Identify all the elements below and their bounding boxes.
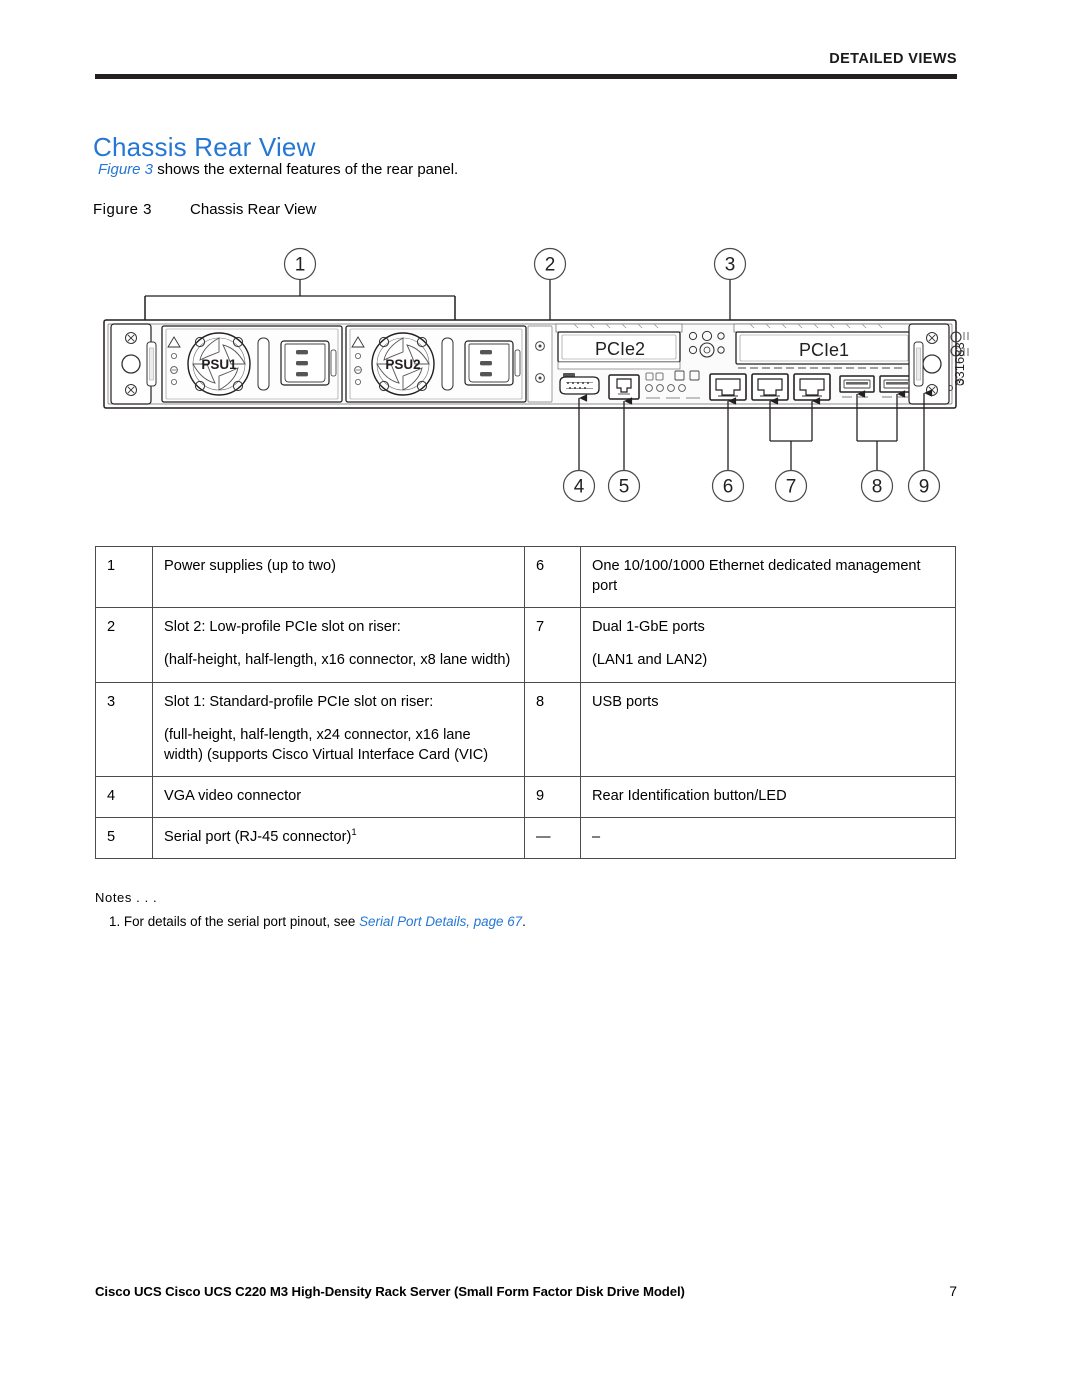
legend-right-number: — [524,816,581,860]
right-rack-ear [908,323,950,405]
lan1-port [751,373,789,401]
legend-left-para-1: Serial port (RJ-45 connector)1 [164,827,513,847]
figure-crossref-link[interactable]: Figure 3 [98,161,153,178]
serial-port-details-link[interactable]: Serial Port Details, page 67 [359,914,522,929]
callout-6-marker: 6 [711,397,745,503]
notes-block: Notes . . . 1. For details of the serial… [95,890,955,930]
chassis-rear-view-figure: 1 2 3 PSU1 PSU2 PCIe2 PCIe1 331683 4 5 6… [90,238,970,508]
legend-right-para-1: One 10/100/1000 Ethernet dedicated manag… [592,558,921,595]
figure-caption: Figure 3 Chassis Rear View [93,202,316,217]
legend-left-number: 2 [95,607,153,683]
footer-page-number: 7 [949,1283,957,1299]
legend-left-number: 4 [95,775,153,819]
callout-5-marker: 5 [607,397,641,503]
note-item-1-prefix: 1. For details of the serial port pinout… [109,913,360,929]
legend-right-number: 8 [524,681,581,777]
lan2-port [793,373,831,401]
legend-left-text: Serial port (RJ-45 connector)1 [152,816,525,860]
intro-paragraph: Figure 3 shows the external features of … [98,161,458,179]
figure-caption-number: Figure 3 [93,201,153,218]
legend-right-text: – [580,816,956,860]
legend-left-para-1-text: Serial port (RJ-45 connector) [164,829,352,845]
psu2-label: PSU2 [385,357,420,372]
legend-right-para-1: USB ports [592,693,659,710]
legend-right-text: Dual 1-GbE ports (LAN1 and LAN2) [580,607,956,683]
legend-left-text: Slot 2: Low-profile PCIe slot on riser: … [152,607,525,683]
note-item-1-suffix: . [522,913,526,929]
ethernet-management-port [709,373,747,401]
svg-text:8: 8 [872,477,883,498]
legend-left-number: 3 [95,681,153,777]
table-row: 1 Power supplies (up to two) 6 One 10/10… [95,545,956,609]
legend-right-number: 6 [524,545,581,609]
legend-right-para-1: – [592,829,601,845]
pcie2-label: PCIe2 [595,339,645,359]
chassis-rear-panel: PSU1 PSU2 PCIe2 PCIe1 [103,319,969,409]
legend-left-number: 5 [95,816,153,860]
page-header: DETAILED VIEWS [95,52,957,79]
table-row: 5 Serial port (RJ-45 connector)1 — – [95,816,956,860]
artwork-id-label: 331683 [952,342,967,385]
legend-left-para-1: Power supplies (up to two) [164,558,336,574]
legend-left-para-1: Slot 2: Low-profile PCIe slot on riser: [164,619,401,636]
legend-left-para-2: (full-height, half-length, x24 connector… [164,726,489,763]
left-rack-ear [110,323,157,405]
table-row: 3 Slot 1: Standard-profile PCIe slot on … [95,681,956,777]
psu1-label: PSU1 [201,357,237,372]
intro-text: shows the external features of the rear … [153,161,459,178]
svg-text:4: 4 [574,477,585,498]
notes-label: Notes . . . [95,890,158,905]
psu1-module: PSU1 [161,325,343,403]
callout-4-marker: 4 [562,394,596,503]
legend-right-text: USB ports [580,681,956,777]
callout-9-marker: 9 [907,389,941,503]
header-rule [95,73,957,79]
svg-text:6: 6 [723,477,734,498]
figure-caption-title: Chassis Rear View [190,201,317,218]
callout-7-marker: 7 [769,397,821,503]
pcie1-slot: PCIe1 [733,323,915,369]
legend-right-number: 7 [524,607,581,683]
note-item-1: 1. For details of the serial port pinout… [109,913,955,930]
svg-text:7: 7 [786,477,797,498]
legend-right-text: One 10/100/1000 Ethernet dedicated manag… [580,545,956,609]
figure-legend-table: 1 Power supplies (up to two) 6 One 10/10… [95,545,956,860]
footer-document-title: Cisco UCS Cisco UCS C220 M3 High-Density… [95,1284,685,1299]
serial-rj45-port [608,374,640,400]
page-footer: Cisco UCS Cisco UCS C220 M3 High-Density… [95,1283,957,1299]
callout-8-marker: 8 [856,390,906,503]
legend-left-text: Slot 1: Standard-profile PCIe slot on ri… [152,681,525,777]
legend-right-text: Rear Identification button/LED [580,775,956,819]
io-bay-divider [527,325,553,403]
legend-right-para-2: (LAN1 and LAN2) [592,652,708,669]
legend-left-para-1: Slot 1: Standard-profile PCIe slot on ri… [164,693,434,710]
page-title: Chassis Rear View [93,132,316,163]
legend-left-para-1: VGA video connector [164,787,302,804]
legend-left-number: 1 [95,545,153,609]
svg-text:1: 1 [295,255,306,276]
legend-left-text: Power supplies (up to two) [152,545,525,609]
svg-text:5: 5 [619,477,630,498]
usb-port-1 [839,375,875,393]
legend-left-text: VGA video connector [152,775,525,819]
legend-left-para-2: (half-height, half-length, x16 connector… [164,652,511,669]
footnote-marker[interactable]: 1 [351,827,356,838]
table-row: 4 VGA video connector 9 Rear Identificat… [95,775,956,819]
svg-text:9: 9 [919,477,930,498]
psu2-module: PSU2 [345,325,527,403]
svg-text:2: 2 [545,255,556,276]
running-header-title: DETAILED VIEWS [829,51,957,67]
legend-right-para-1: Dual 1-GbE ports [592,619,705,636]
pcie1-label: PCIe1 [799,340,849,360]
svg-text:3: 3 [725,255,736,276]
legend-right-para-1: Rear Identification button/LED [592,787,787,804]
pcie2-slot: PCIe2 [555,323,683,370]
table-row: 2 Slot 2: Low-profile PCIe slot on riser… [95,607,956,683]
legend-right-number: 9 [524,775,581,819]
